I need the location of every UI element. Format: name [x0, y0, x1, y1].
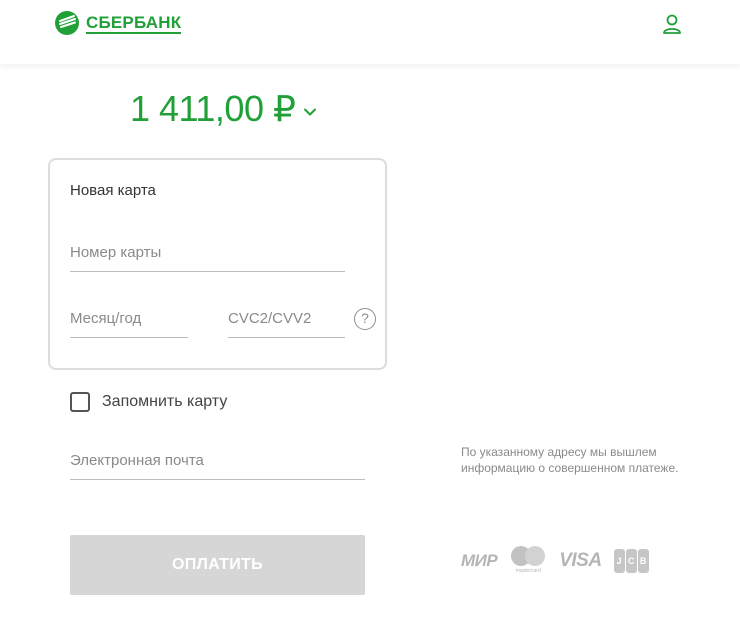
- mastercard-circle-right: [525, 546, 546, 566]
- question-icon[interactable]: ?: [354, 308, 376, 330]
- chevron-down-icon: [304, 108, 317, 116]
- mastercard-logo: mastercard: [509, 546, 547, 576]
- card-number-input[interactable]: [70, 244, 345, 271]
- cvc-input[interactable]: [228, 310, 345, 337]
- payment-amount: 1 411,00 ₽: [130, 88, 296, 129]
- email-note: По указанному адресу мы вышлем информаци…: [461, 445, 679, 475]
- amount-selector[interactable]: 1 411,00 ₽: [130, 88, 317, 130]
- remember-card-checkbox[interactable]: [70, 392, 90, 412]
- logo-text: СБЕРБАНК: [86, 12, 182, 34]
- email-field: [70, 452, 365, 480]
- card-form: Новая карта ?: [48, 158, 387, 370]
- card-form-title: Новая карта: [70, 182, 156, 199]
- month-year-field: [70, 310, 188, 338]
- visa-logo: VISA: [559, 550, 602, 571]
- cvc-field: [228, 310, 345, 338]
- remember-card-option[interactable]: Запомнить карту: [70, 392, 227, 412]
- card-number-field: [70, 244, 345, 272]
- user-icon[interactable]: [660, 12, 684, 36]
- jcb-letter-j: J: [613, 549, 625, 573]
- mir-logo: МИР: [461, 551, 498, 570]
- remember-card-label: Запомнить карту: [102, 393, 228, 410]
- jcb-logo: J C B: [613, 549, 649, 573]
- month-year-input[interactable]: [70, 310, 188, 337]
- jcb-letter-b: B: [637, 549, 649, 573]
- sberbank-logo-icon: [55, 11, 79, 35]
- mastercard-caption: mastercard: [515, 568, 541, 574]
- email-input[interactable]: [70, 452, 365, 479]
- pay-button[interactable]: ОПЛАТИТЬ: [70, 535, 365, 595]
- jcb-letter-c: C: [625, 549, 637, 573]
- header: СБЕРБАНК: [0, 0, 740, 64]
- sberbank-logo[interactable]: СБЕРБАНК: [54, 10, 182, 36]
- payment-systems: МИР mastercard VISA J C B: [461, 546, 649, 576]
